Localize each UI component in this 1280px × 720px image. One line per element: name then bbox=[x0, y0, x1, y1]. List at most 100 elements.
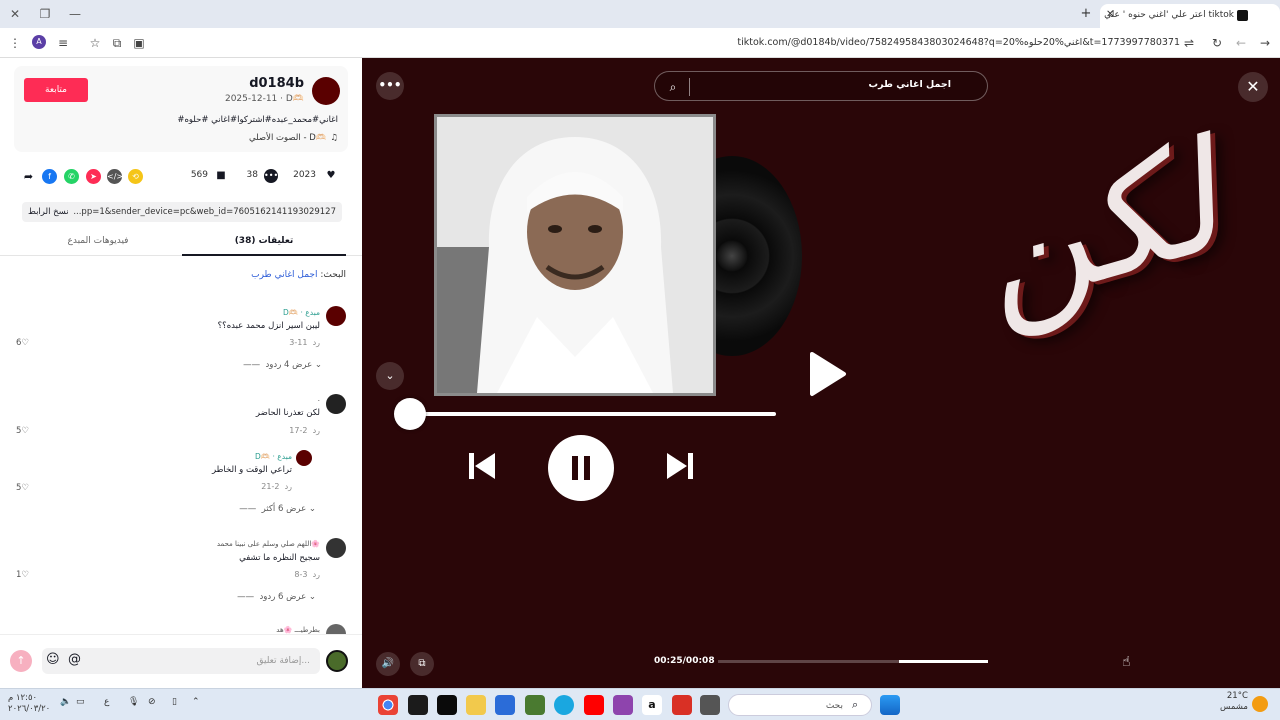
comment-like[interactable]: 1♡ bbox=[16, 570, 29, 580]
view-replies-button[interactable]: —— عرض 6 ردود ⌄ bbox=[237, 592, 316, 602]
copy-link-button[interactable]: نسخ الرابط bbox=[28, 202, 69, 222]
share-arrow-icon[interactable]: ➦ bbox=[21, 169, 36, 184]
comment-like[interactable]: 6♡ bbox=[16, 338, 29, 348]
send-comment-button[interactable]: ↑ bbox=[10, 650, 32, 672]
close-video-button[interactable]: ✕ bbox=[1238, 72, 1268, 102]
video-player[interactable]: اجمل اغاني طرب ⌕ ••• ✕ ⌄ لكن 🔊 ⧉ 00:25/0… bbox=[362, 58, 1280, 688]
clock[interactable]: ١٢:٥٠ م ٢٠٢٦/٠٣/٢٠ bbox=[8, 693, 50, 715]
comment-reply[interactable]: رد bbox=[313, 426, 320, 435]
tab-creator-videos[interactable]: فيديوهات المبدع bbox=[18, 236, 178, 246]
my-avatar bbox=[326, 650, 348, 672]
more-options-button[interactable]: ••• bbox=[376, 72, 404, 100]
author-username[interactable]: d0184b bbox=[249, 76, 304, 91]
task-view-icon[interactable] bbox=[700, 695, 720, 715]
cast-icon[interactable]: ▣ bbox=[130, 34, 148, 52]
bookmark-star-icon[interactable]: ☆ bbox=[86, 34, 104, 52]
music-seek-knob[interactable] bbox=[394, 398, 426, 430]
reading-list-icon[interactable]: ≡ bbox=[54, 34, 72, 52]
minimize-window-icon[interactable]: — bbox=[64, 4, 86, 24]
comment-input[interactable]: إضافة تعليق... bbox=[42, 648, 320, 674]
menu-dots-icon[interactable]: ⋮ bbox=[6, 34, 24, 52]
store-icon[interactable] bbox=[495, 695, 515, 715]
chrome-icon[interactable] bbox=[378, 695, 398, 715]
comment-author[interactable]: اللهم صلي وسلم على نبينا محمد🌸 bbox=[217, 540, 320, 548]
chevron-up-icon[interactable]: ⌃ bbox=[192, 697, 200, 707]
browser-tab[interactable]: ✕ اعتر علي 'اغني حنوه ' علي tiktok bbox=[1100, 4, 1280, 28]
network-icon[interactable]: ▭ bbox=[76, 697, 85, 707]
forward-icon[interactable]: ← bbox=[1232, 34, 1250, 52]
edge-icon[interactable] bbox=[554, 695, 574, 715]
mention-icon[interactable]: @ bbox=[68, 652, 81, 667]
send-to-friends-icon[interactable]: ➤ bbox=[86, 169, 101, 184]
comment-date: 11-3 bbox=[289, 338, 308, 347]
video-search-bar[interactable]: اجمل اغاني طرب ⌕ bbox=[654, 71, 988, 101]
wifi-off-icon[interactable]: ⊘ bbox=[148, 697, 156, 707]
view-replies-button[interactable]: —— عرض 4 ردود ⌄ bbox=[243, 360, 322, 370]
new-tab-button[interactable]: + bbox=[1076, 4, 1096, 24]
volume-icon[interactable]: 🔊 bbox=[376, 652, 400, 676]
close-window-icon[interactable]: ✕ bbox=[4, 4, 26, 24]
video-progress-bar[interactable] bbox=[718, 660, 988, 663]
amazon-icon[interactable]: a bbox=[642, 695, 662, 715]
chevron-down-icon[interactable]: ⌄ bbox=[376, 362, 404, 390]
minecraft-icon[interactable] bbox=[525, 695, 545, 715]
next-track-icon[interactable] bbox=[664, 450, 696, 482]
tab-comments[interactable]: (38) تعليقات bbox=[184, 236, 344, 246]
sun-weather-icon bbox=[1252, 696, 1268, 712]
comment-avatar[interactable] bbox=[296, 450, 312, 466]
office-icon[interactable] bbox=[672, 695, 692, 715]
comment-reply[interactable]: رد bbox=[285, 482, 292, 491]
profile-avatar[interactable]: A bbox=[32, 35, 46, 49]
reload-icon[interactable]: ↻ bbox=[1208, 34, 1226, 52]
repost-icon[interactable]: ⟲ bbox=[128, 169, 143, 184]
sound-label: الصوت الأصلي - D🫶🏻 bbox=[249, 133, 327, 143]
file-explorer-icon[interactable] bbox=[466, 695, 486, 715]
comment-author[interactable]: . bbox=[318, 394, 320, 403]
comment-avatar[interactable] bbox=[326, 538, 346, 558]
weather-widget[interactable]: 21°C مشمس bbox=[1220, 691, 1248, 713]
facebook-icon[interactable]: f bbox=[42, 169, 57, 184]
comment-reply[interactable]: رد bbox=[313, 338, 320, 347]
whatsapp-icon[interactable]: ✆ bbox=[64, 169, 79, 184]
comment-avatar[interactable] bbox=[326, 394, 346, 414]
search-hint-link[interactable]: اجمل اغاني طرب bbox=[251, 270, 317, 280]
comment-text: لكن تعذرنا الحاضر bbox=[255, 408, 320, 418]
music-seek-track[interactable] bbox=[408, 412, 776, 416]
maximize-window-icon[interactable]: ❐ bbox=[34, 4, 56, 24]
like-heart-icon[interactable]: ♥ bbox=[324, 169, 338, 183]
pause-button[interactable] bbox=[548, 435, 614, 501]
capcut-icon[interactable] bbox=[437, 695, 457, 715]
windows-start-icon[interactable] bbox=[880, 695, 900, 715]
language-indicator[interactable]: ع bbox=[104, 697, 109, 707]
comment-like[interactable]: 5♡ bbox=[16, 483, 29, 493]
previous-track-icon[interactable] bbox=[466, 450, 498, 482]
comment-avatar[interactable] bbox=[326, 306, 346, 326]
embed-code-icon[interactable]: </> bbox=[107, 169, 123, 184]
bookmark-icon[interactable]: ■ bbox=[214, 169, 228, 183]
tiktok-app-icon[interactable] bbox=[408, 695, 428, 715]
comment-author[interactable]: D🫶🏻 · مبدع bbox=[283, 308, 320, 317]
youtube-icon[interactable] bbox=[584, 695, 604, 715]
comment-author[interactable]: D🫶🏻 · مبدع bbox=[255, 452, 292, 461]
comment-author[interactable]: بطرطيـــ 🌸هد bbox=[276, 626, 320, 634]
follow-button[interactable]: متابعة bbox=[24, 78, 88, 102]
photos-icon[interactable] bbox=[613, 695, 633, 715]
play-icon[interactable] bbox=[802, 350, 850, 398]
sound-row[interactable]: الصوت الأصلي - D🫶🏻 ♫ bbox=[249, 133, 338, 143]
author-avatar[interactable] bbox=[312, 77, 340, 105]
extensions-icon[interactable]: ⧉ bbox=[108, 34, 126, 52]
site-settings-icon[interactable]: ⇌ bbox=[1180, 34, 1198, 52]
comment-like[interactable]: 5♡ bbox=[16, 426, 29, 436]
search-icon[interactable]: ⌕ bbox=[663, 77, 683, 97]
url-field[interactable]: tiktok.com/@d0184b/video/758249584380302… bbox=[640, 35, 1180, 51]
emoji-icon[interactable]: ☺ bbox=[46, 652, 60, 667]
view-more-replies-button[interactable]: —— عرض 6 أكثر ⌄ bbox=[239, 504, 316, 514]
mini-player-icon[interactable]: ⧉ bbox=[410, 652, 434, 676]
comment-bubble-icon[interactable]: ••• bbox=[264, 169, 278, 183]
microphone-icon[interactable]: 🎙 bbox=[128, 697, 139, 707]
speaker-icon[interactable]: 🔈 bbox=[60, 697, 71, 707]
battery-icon[interactable]: ▯ bbox=[172, 697, 177, 707]
back-icon[interactable]: → bbox=[1256, 34, 1274, 52]
comment-reply[interactable]: رد bbox=[313, 570, 320, 579]
taskbar-search[interactable]: بحث bbox=[728, 694, 872, 716]
